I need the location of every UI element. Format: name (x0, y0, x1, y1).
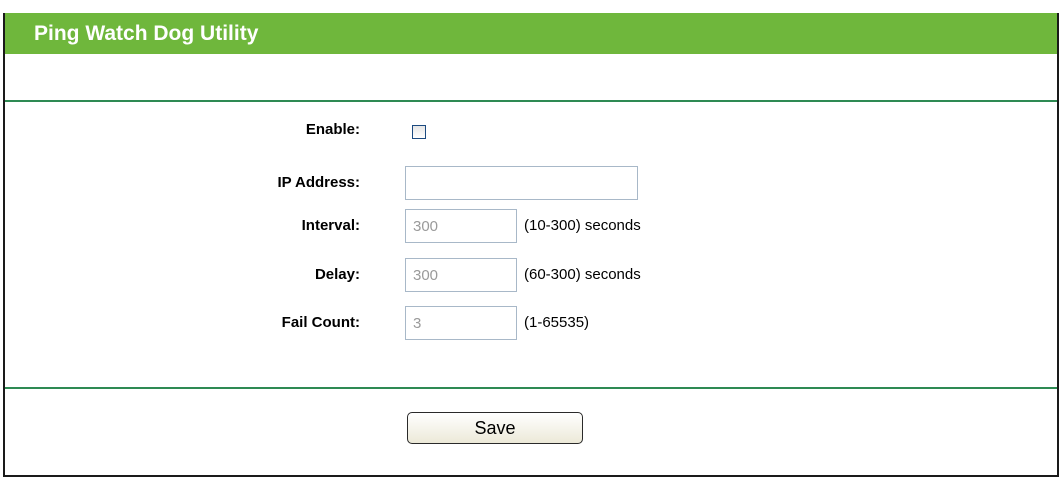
enable-label: Enable: (305, 121, 360, 138)
save-button[interactable]: Save (407, 412, 583, 444)
ping-watchdog-panel: Ping Watch Dog Utility Enable: IP Addres… (3, 13, 1059, 477)
fail-count-hint: (1-65535) (524, 314, 590, 331)
delay-label: Delay: (314, 266, 360, 283)
bottom-divider (5, 387, 1057, 389)
delay-hint: (60-300) seconds (524, 266, 641, 283)
interval-hint: (10-300) seconds (524, 217, 641, 234)
ip-address-input[interactable] (405, 166, 638, 200)
enable-checkbox[interactable] (412, 125, 426, 139)
interval-input[interactable] (405, 209, 517, 243)
fail-count-label: Fail Count: (281, 314, 360, 331)
delay-input[interactable] (405, 258, 517, 292)
ip-address-label: IP Address: (277, 174, 360, 191)
fail-count-input[interactable] (405, 306, 517, 340)
top-divider (5, 100, 1057, 102)
interval-label: Interval: (301, 217, 360, 234)
page-title: Ping Watch Dog Utility (5, 13, 1057, 54)
